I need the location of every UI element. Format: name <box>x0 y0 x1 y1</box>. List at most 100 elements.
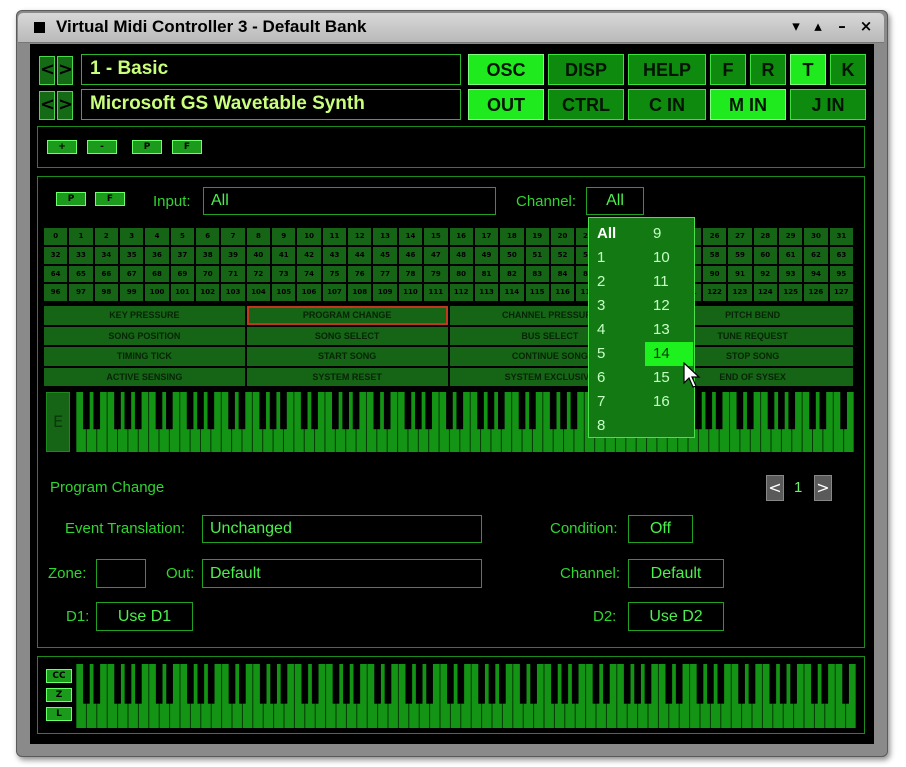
channel-option[interactable]: 2 <box>589 270 637 294</box>
controller-number-cell[interactable]: 17 <box>474 228 499 245</box>
rolldown-icon[interactable]: ▴ <box>809 17 827 35</box>
event-type-button[interactable]: PROGRAM CHANGE <box>246 306 448 325</box>
controller-number-cell[interactable]: 74 <box>297 265 321 283</box>
controller-number-cell[interactable]: 35 <box>120 246 144 264</box>
controller-number-cell[interactable]: 11 <box>322 228 347 245</box>
controller-number-cell[interactable]: 99 <box>120 284 144 301</box>
controller-number-cell[interactable]: 107 <box>322 284 347 301</box>
help-button[interactable]: HELP <box>628 54 706 85</box>
z-button[interactable]: Z <box>46 688 72 702</box>
controller-number-cell[interactable]: 8 <box>246 228 271 245</box>
k-button[interactable]: K <box>830 54 866 85</box>
bank-next-button[interactable]: > <box>57 56 73 85</box>
out-button[interactable]: OUT <box>468 89 544 120</box>
controller-number-cell[interactable]: 67 <box>120 265 144 283</box>
event-type-button[interactable]: TIMING TICK <box>44 347 245 366</box>
controller-number-cell[interactable]: 52 <box>550 246 575 264</box>
controller-number-cell[interactable]: 97 <box>69 284 93 301</box>
controller-number-cell[interactable]: 91 <box>728 265 752 283</box>
page-next-button[interactable]: > <box>814 475 832 501</box>
controller-number-cell[interactable]: 125 <box>778 284 803 301</box>
app-menu-icon[interactable] <box>34 22 45 33</box>
controller-number-cell[interactable]: 65 <box>69 265 93 283</box>
controller-number-cell[interactable]: 14 <box>398 228 423 245</box>
controller-number-cell[interactable]: 90 <box>702 265 727 283</box>
controller-number-cell[interactable]: 3 <box>120 228 144 245</box>
controller-number-cell[interactable]: 43 <box>322 246 347 264</box>
m-in-button[interactable]: M IN <box>710 89 786 120</box>
controller-number-cell[interactable]: 101 <box>170 284 195 301</box>
controller-number-cell[interactable]: 39 <box>221 246 245 264</box>
controller-number-cell[interactable]: 7 <box>221 228 245 245</box>
controller-number-cell[interactable]: 77 <box>373 265 397 283</box>
controller-number-cell[interactable]: 112 <box>449 284 473 301</box>
event-type-button[interactable]: SONG POSITION <box>44 326 245 345</box>
controller-number-cell[interactable]: 62 <box>804 246 828 264</box>
controller-number-cell[interactable]: 123 <box>728 284 752 301</box>
controller-number-cell[interactable]: 45 <box>373 246 397 264</box>
controller-number-cell[interactable]: 1 <box>69 228 93 245</box>
disp-button[interactable]: DISP <box>548 54 624 85</box>
lower-piano-keyboard[interactable] <box>76 664 856 728</box>
controller-number-cell[interactable]: 5 <box>170 228 195 245</box>
controller-number-cell[interactable]: 41 <box>272 246 296 264</box>
controller-number-cell[interactable]: 32 <box>44 246 68 264</box>
controller-number-cell[interactable]: 51 <box>525 246 549 264</box>
controller-number-cell[interactable]: 113 <box>474 284 499 301</box>
controller-number-cell[interactable]: 27 <box>728 228 752 245</box>
keyboard-e-button[interactable]: E <box>46 392 70 452</box>
controller-number-cell[interactable]: 104 <box>246 284 271 301</box>
controller-number-cell[interactable]: 114 <box>500 284 524 301</box>
controller-number-cell[interactable]: 93 <box>778 265 803 283</box>
controller-number-cell[interactable]: 37 <box>170 246 195 264</box>
channel-dropdown-list[interactable]: All 1 2 3 4 5 6 7 8 9 10 11 12 13 14 15 16 <box>588 217 695 438</box>
controller-number-cell[interactable]: 84 <box>550 265 575 283</box>
controller-number-cell[interactable]: 19 <box>525 228 549 245</box>
controller-number-cell[interactable]: 16 <box>449 228 473 245</box>
device-next-button[interactable]: > <box>57 91 73 120</box>
controller-number-cell[interactable]: 73 <box>272 265 296 283</box>
r-button[interactable]: R <box>750 54 786 85</box>
toolbar-f-button[interactable]: F <box>172 140 202 154</box>
channel-option[interactable]: 4 <box>589 318 637 342</box>
c-in-button[interactable]: C IN <box>628 89 706 120</box>
controller-number-cell[interactable]: 100 <box>145 284 169 301</box>
controller-number-cell[interactable]: 10 <box>297 228 321 245</box>
channel-option[interactable]: 11 <box>645 270 693 294</box>
controller-number-cell[interactable]: 33 <box>69 246 93 264</box>
filter-p-button[interactable]: P <box>56 192 86 206</box>
controller-number-cell[interactable]: 34 <box>94 246 119 264</box>
controller-number-cell[interactable]: 105 <box>272 284 296 301</box>
controller-number-cell[interactable]: 94 <box>804 265 828 283</box>
f-button[interactable]: F <box>710 54 746 85</box>
controller-number-cell[interactable]: 18 <box>500 228 524 245</box>
controller-number-cell[interactable]: 50 <box>500 246 524 264</box>
controller-number-cell[interactable]: 58 <box>702 246 727 264</box>
d2-field[interactable]: Use D2 <box>628 602 724 631</box>
controller-number-cell[interactable]: 81 <box>474 265 499 283</box>
controller-number-cell[interactable]: 49 <box>474 246 499 264</box>
controller-number-cell[interactable]: 72 <box>246 265 271 283</box>
controller-number-cell[interactable]: 95 <box>829 265 853 283</box>
controller-number-cell[interactable]: 0 <box>44 228 68 245</box>
controller-number-cell[interactable]: 12 <box>348 228 372 245</box>
condition-field[interactable]: Off <box>628 515 693 543</box>
controller-number-cell[interactable]: 127 <box>829 284 853 301</box>
controller-number-cell[interactable]: 59 <box>728 246 752 264</box>
controller-number-cell[interactable]: 44 <box>348 246 372 264</box>
device-name-field[interactable]: Microsoft GS Wavetable Synth <box>81 89 461 120</box>
toolbar-p-button[interactable]: P <box>132 140 162 154</box>
add-button[interactable]: + <box>47 140 77 154</box>
controller-number-cell[interactable]: 30 <box>804 228 828 245</box>
d1-field[interactable]: Use D1 <box>96 602 193 631</box>
controller-number-cell[interactable]: 15 <box>424 228 448 245</box>
controller-number-cell[interactable]: 46 <box>398 246 423 264</box>
rollup-icon[interactable]: ▾ <box>787 17 805 35</box>
controller-number-cell[interactable]: 2 <box>94 228 119 245</box>
upper-piano-keyboard[interactable] <box>76 392 854 452</box>
input-filter-field[interactable]: All <box>203 187 496 215</box>
controller-number-cell[interactable]: 71 <box>221 265 245 283</box>
bank-name-field[interactable]: 1 - Basic <box>81 54 461 85</box>
controller-number-cell[interactable]: 79 <box>424 265 448 283</box>
controller-number-cell[interactable]: 63 <box>829 246 853 264</box>
